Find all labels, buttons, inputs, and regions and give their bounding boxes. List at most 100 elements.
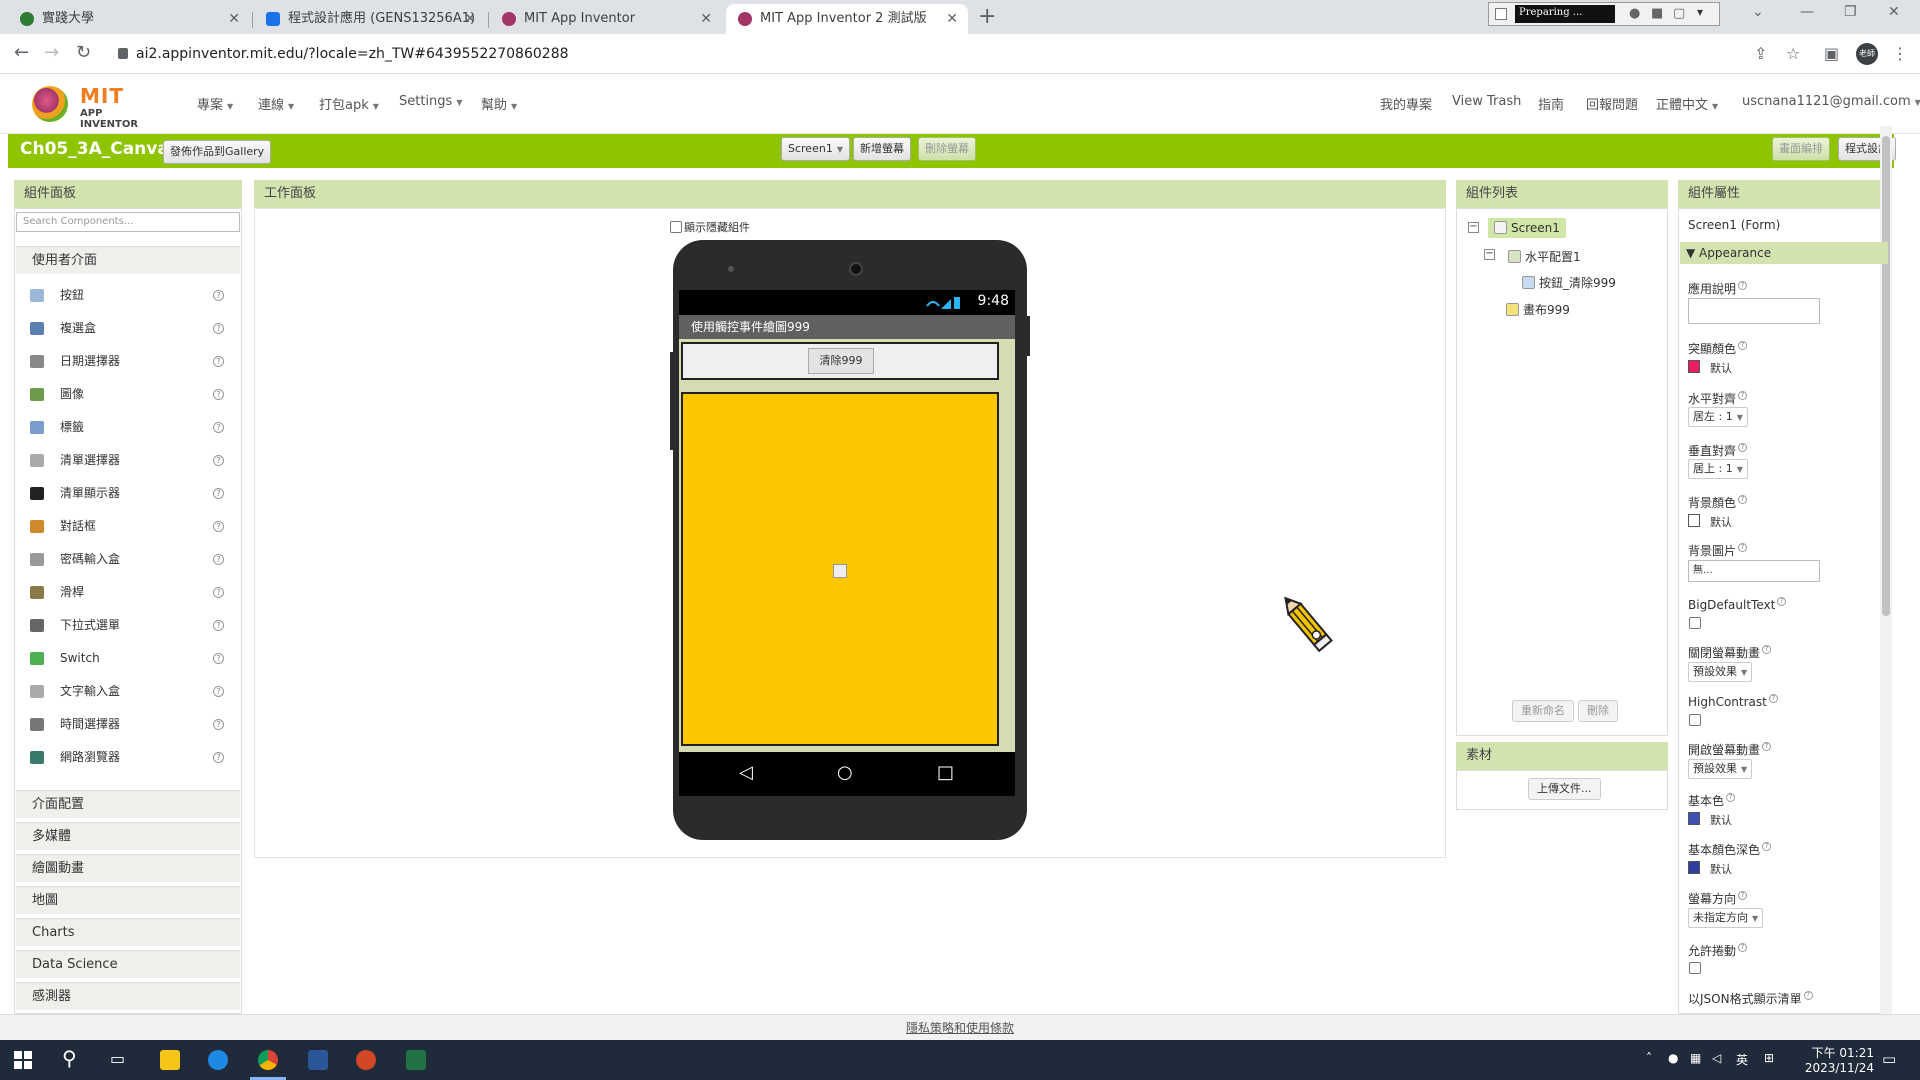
help-icon[interactable]: ? <box>1738 391 1748 400</box>
close-tab-icon[interactable]: ✕ <box>464 4 476 34</box>
help-icon[interactable]: ? <box>1738 281 1748 290</box>
menu-help[interactable]: 幫助 ▼ <box>481 94 517 113</box>
menu-account[interactable]: uscnana1121@gmail.com ▼ <box>1742 94 1920 109</box>
collapse-icon[interactable]: − <box>1484 249 1495 260</box>
microphone-tray-icon[interactable]: ● <box>1668 1051 1678 1065</box>
help-icon[interactable]: ? <box>213 521 224 532</box>
screen-orientation-select[interactable]: 未指定方向 ▼ <box>1688 908 1764 928</box>
help-icon[interactable]: ? <box>213 290 224 301</box>
help-icon[interactable]: ? <box>213 752 224 763</box>
help-icon[interactable]: ? <box>213 356 224 367</box>
palette-item-button[interactable]: 按鈕? <box>16 279 240 312</box>
close-tab-icon[interactable]: ✕ <box>700 4 712 34</box>
help-icon[interactable]: ? <box>1738 891 1748 900</box>
menu-connect[interactable]: 連線 ▼ <box>258 94 294 113</box>
minimize-icon[interactable]: — <box>1800 4 1814 20</box>
help-icon[interactable]: ? <box>213 686 224 697</box>
help-icon[interactable]: ? <box>213 422 224 433</box>
help-icon[interactable]: ? <box>1803 991 1813 1000</box>
help-icon[interactable]: ? <box>1777 597 1787 606</box>
checkbox-box[interactable] <box>670 221 682 233</box>
network-icon[interactable]: ▦ <box>1690 1051 1701 1065</box>
remove-screen-button[interactable]: 刪除螢幕 <box>918 137 976 161</box>
palette-item-date-picker[interactable]: 日期選擇器? <box>16 345 240 378</box>
restore-icon[interactable]: ❐ <box>1844 4 1857 20</box>
palette-item-notifier[interactable]: 對話框? <box>16 510 240 543</box>
screen-select[interactable]: Screen1 ▼ <box>781 137 850 161</box>
privacy-terms-link[interactable]: 隱私策略和使用條款 <box>906 1021 1014 1035</box>
new-tab-button[interactable]: + <box>978 4 996 30</box>
screen-title-bar[interactable]: 使用觸控事件繪圖999 <box>679 315 1015 339</box>
designer-button[interactable]: 畫面編排 <box>1772 137 1830 161</box>
rename-button[interactable]: 重新命名 <box>1512 700 1574 722</box>
ime-mode-icon[interactable]: ⊞ <box>1764 1051 1774 1065</box>
help-icon[interactable]: ? <box>213 389 224 400</box>
clear-button[interactable]: 清除999 <box>808 348 874 374</box>
align-vertical-select[interactable]: 居上 : 1 ▼ <box>1688 459 1748 479</box>
accent-color-swatch[interactable] <box>1688 360 1700 373</box>
palette-category[interactable]: 繪圖動畫 <box>16 854 240 882</box>
palette-category[interactable]: 感測器 <box>16 982 240 1010</box>
tree-item-canvas[interactable]: 畫布999 <box>1506 301 1570 318</box>
help-icon[interactable]: ? <box>1738 495 1748 504</box>
menu-report[interactable]: 回報問題 <box>1586 94 1638 113</box>
notification-icon[interactable]: ▭ <box>1882 1050 1896 1068</box>
back-arrow-icon[interactable]: ← <box>14 42 29 63</box>
avatar[interactable]: 老師 <box>1856 43 1878 65</box>
accent-color-value[interactable]: 默认 <box>1710 360 1732 376</box>
upload-file-button[interactable]: 上傳文件... <box>1528 778 1601 800</box>
palette-item-textbox[interactable]: 文字輸入盒? <box>16 675 240 708</box>
background-image-picker[interactable]: 無... <box>1688 560 1820 582</box>
help-icon[interactable]: ? <box>213 587 224 598</box>
appearance-section[interactable]: ▼ Appearance <box>1680 242 1888 264</box>
volume-icon[interactable]: ◁ <box>1712 1051 1721 1065</box>
lock-icon[interactable] <box>118 48 128 59</box>
help-icon[interactable]: ? <box>1738 443 1748 452</box>
drawing-canvas[interactable] <box>681 392 999 746</box>
primary-dark-color-value[interactable]: 默认 <box>1710 861 1732 877</box>
ime-indicator[interactable]: 英 <box>1736 1051 1748 1068</box>
app-inventor-logo[interactable]: MIT APP INVENTOR <box>30 82 160 130</box>
search-input[interactable]: Search Components... <box>16 212 240 232</box>
powerpoint-icon[interactable] <box>356 1050 376 1070</box>
palette-item-list-view[interactable]: 清單顯示器? <box>16 477 240 510</box>
align-horizontal-select[interactable]: 居左 : 1 ▼ <box>1688 407 1748 427</box>
file-explorer-icon[interactable] <box>160 1050 180 1070</box>
delete-button[interactable]: 刪除 <box>1578 700 1618 722</box>
menu-build[interactable]: 打包apk ▼ <box>319 94 379 113</box>
help-icon[interactable]: ? <box>1738 341 1748 350</box>
close-window-icon[interactable]: ✕ <box>1888 4 1900 20</box>
menu-guide[interactable]: 指南 <box>1538 94 1564 113</box>
word-icon[interactable] <box>308 1050 328 1070</box>
palette-item-spinner[interactable]: 下拉式選單? <box>16 609 240 642</box>
palette-category[interactable]: Data Science <box>16 950 240 978</box>
high-contrast-checkbox[interactable] <box>1689 714 1701 726</box>
palette-category[interactable]: 介面配置 <box>16 790 240 818</box>
show-hidden-checkbox[interactable]: 顯示隱藏組件 <box>670 219 750 235</box>
help-icon[interactable]: ? <box>1738 543 1748 552</box>
share-icon[interactable]: ⇪ <box>1754 44 1767 63</box>
close-animation-select[interactable]: 預設效果 ▼ <box>1688 662 1753 682</box>
scrollable-checkbox[interactable] <box>1689 962 1701 974</box>
help-icon[interactable]: ? <box>1768 694 1778 703</box>
palette-item-web-viewer[interactable]: 網路瀏覽器? <box>16 741 240 774</box>
help-icon[interactable]: ? <box>1762 742 1772 751</box>
help-icon[interactable]: ? <box>213 488 224 499</box>
screen-capture-icon[interactable]: ▢ <box>1673 6 1685 21</box>
reload-icon[interactable]: ↻ <box>76 42 91 63</box>
close-tab-icon[interactable]: ✕ <box>946 4 958 34</box>
microphone-icon[interactable]: ● <box>1629 6 1640 21</box>
close-tab-icon[interactable]: ✕ <box>228 4 240 34</box>
url-field[interactable]: ai2.appinventor.mit.edu/?locale=zh_TW#64… <box>118 41 569 67</box>
tree-item-screen1[interactable]: Screen1 <box>1488 218 1566 238</box>
help-icon[interactable]: ? <box>1762 645 1772 654</box>
horizontal-arrangement[interactable]: 清除999 <box>681 342 999 380</box>
forward-arrow-icon[interactable]: → <box>44 42 59 63</box>
browser-tab-3[interactable]: MIT App Inventor ✕ <box>490 4 722 34</box>
tree-item-clear-button[interactable]: 按鈕_清除999 <box>1522 274 1616 291</box>
clock-time[interactable]: 下午 01:21 <box>1800 1044 1874 1061</box>
primary-color-value[interactable]: 默认 <box>1710 812 1732 828</box>
palette-item-switch[interactable]: Switch? <box>16 642 240 675</box>
browser-tab-active[interactable]: MIT App Inventor 2 測試版 ✕ <box>726 4 968 34</box>
palette-item-password[interactable]: 密碼輸入盒? <box>16 543 240 576</box>
